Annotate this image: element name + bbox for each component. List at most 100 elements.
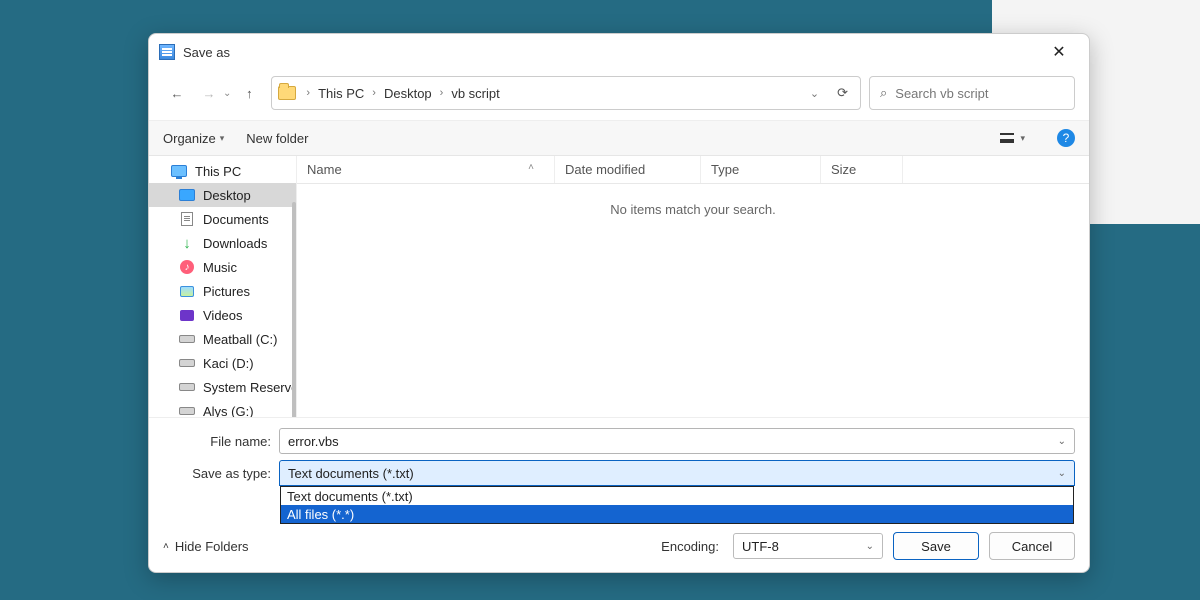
empty-message: No items match your search. bbox=[297, 184, 1089, 235]
toolbar: Organize ▾ New folder ▾ ? bbox=[149, 120, 1089, 156]
music-icon: ♪ bbox=[179, 259, 195, 275]
close-button[interactable]: ✕ bbox=[1039, 38, 1079, 66]
column-type[interactable]: Type bbox=[701, 156, 821, 183]
sort-caret-icon: ˄ bbox=[528, 162, 534, 177]
chevron-down-icon: ▾ bbox=[1020, 133, 1025, 144]
encoding-label: Encoding: bbox=[661, 539, 719, 554]
up-button[interactable]: ↑ bbox=[235, 79, 263, 107]
save-button[interactable]: Save bbox=[893, 532, 979, 560]
monitor-icon bbox=[171, 163, 187, 179]
crumb-this-pc[interactable]: This PC bbox=[316, 86, 366, 101]
sidebar-item-alys-g-[interactable]: Alys (G:) bbox=[149, 399, 296, 417]
notepad-icon bbox=[159, 44, 175, 60]
column-date[interactable]: Date modified bbox=[555, 156, 701, 183]
sidebar-item-label: Kaci (D:) bbox=[203, 356, 254, 371]
sidebar: This PC Desktop Documents ↓ Downloads ♪ Music P… bbox=[149, 156, 297, 417]
drive-icon bbox=[179, 355, 195, 371]
save-type-dropdown: Text documents (*.txt)All files (*.*) bbox=[280, 486, 1074, 524]
titlebar: Save as ✕ bbox=[149, 34, 1089, 70]
sidebar-item-downloads[interactable]: ↓ Downloads bbox=[149, 231, 296, 255]
chevron-down-icon: ▾ bbox=[220, 133, 225, 144]
pic-icon bbox=[179, 283, 195, 299]
back-button[interactable]: ← bbox=[163, 79, 191, 107]
search-placeholder: Search vb script bbox=[895, 86, 988, 101]
search-input[interactable]: ⌕ Search vb script bbox=[869, 76, 1075, 110]
doc-icon bbox=[179, 211, 195, 227]
chevron-up-icon: ˄ bbox=[163, 541, 169, 552]
sidebar-item-videos[interactable]: Videos bbox=[149, 303, 296, 327]
crumb-vbscript[interactable]: vb script bbox=[449, 86, 501, 101]
history-dropdown-icon[interactable]: ⌄ bbox=[223, 88, 231, 99]
view-options-button[interactable]: ▾ bbox=[1000, 133, 1025, 144]
save-as-dialog: Save as ✕ ← → ⌄ ↑ › This PC › Desktop › … bbox=[148, 33, 1090, 573]
sidebar-item-label: Documents bbox=[203, 212, 269, 227]
list-view-icon bbox=[1000, 133, 1014, 143]
column-name[interactable]: Name ˄ bbox=[297, 156, 555, 183]
organize-button[interactable]: Organize ▾ bbox=[163, 131, 224, 146]
body-area: This PC Desktop Documents ↓ Downloads ♪ Music P… bbox=[149, 156, 1089, 417]
sidebar-item-label: Pictures bbox=[203, 284, 250, 299]
sidebar-item-label: This PC bbox=[195, 164, 241, 179]
navigation-bar: ← → ⌄ ↑ › This PC › Desktop › vb script … bbox=[149, 70, 1089, 120]
close-icon: ✕ bbox=[1052, 42, 1065, 62]
save-type-value: Text documents (*.txt) bbox=[288, 466, 414, 481]
sidebar-item-label: Meatball (C:) bbox=[203, 332, 277, 347]
cancel-button[interactable]: Cancel bbox=[989, 532, 1075, 560]
folder-icon bbox=[278, 86, 296, 100]
file-list-pane: Name ˄ Date modified Type Size No items … bbox=[297, 156, 1089, 417]
chevron-right-icon: › bbox=[370, 87, 378, 99]
sidebar-item-desktop[interactable]: Desktop bbox=[149, 183, 296, 207]
column-size[interactable]: Size bbox=[821, 156, 903, 183]
chevron-down-icon: ⌄ bbox=[866, 541, 874, 552]
drive-icon bbox=[179, 331, 195, 347]
sidebar-item-pictures[interactable]: Pictures bbox=[149, 279, 296, 303]
sidebar-item-this-pc[interactable]: This PC bbox=[149, 159, 296, 183]
help-button[interactable]: ? bbox=[1057, 129, 1075, 147]
column-name-label: Name bbox=[307, 162, 342, 177]
chevron-right-icon: › bbox=[438, 87, 446, 99]
vid-icon bbox=[179, 307, 195, 323]
encoding-value: UTF-8 bbox=[742, 539, 779, 554]
sidebar-item-label: Desktop bbox=[203, 188, 251, 203]
breadcrumb[interactable]: › This PC › Desktop › vb script ⌄ ⟳ bbox=[271, 76, 861, 110]
sidebar-item-label: Alys (G:) bbox=[203, 404, 254, 418]
bottom-panel: File name: error.vbs ⌄ Save as type: Tex… bbox=[149, 417, 1089, 524]
new-folder-button[interactable]: New folder bbox=[246, 131, 308, 146]
sidebar-item-label: Music bbox=[203, 260, 237, 275]
refresh-button[interactable]: ⟳ bbox=[831, 85, 854, 101]
sidebar-item-label: Videos bbox=[203, 308, 243, 323]
file-name-input[interactable]: error.vbs ⌄ bbox=[279, 428, 1075, 454]
sidebar-item-system-reserved[interactable]: System Reserved bbox=[149, 375, 296, 399]
organize-label: Organize bbox=[163, 131, 216, 146]
sidebar-item-meatball-c-[interactable]: Meatball (C:) bbox=[149, 327, 296, 351]
desktop-icon bbox=[179, 187, 195, 203]
drive-icon bbox=[179, 379, 195, 395]
file-name-value: error.vbs bbox=[288, 434, 339, 449]
search-icon: ⌕ bbox=[880, 85, 887, 101]
chevron-down-icon[interactable]: ⌄ bbox=[1058, 436, 1066, 447]
breadcrumb-dropdown-icon[interactable]: ⌄ bbox=[802, 87, 827, 100]
file-name-label: File name: bbox=[163, 434, 279, 449]
drive-icon bbox=[179, 403, 195, 417]
down-icon: ↓ bbox=[179, 235, 195, 251]
dialog-title: Save as bbox=[183, 45, 230, 60]
sidebar-item-documents[interactable]: Documents bbox=[149, 207, 296, 231]
chevron-right-icon: › bbox=[304, 87, 312, 99]
column-headers: Name ˄ Date modified Type Size bbox=[297, 156, 1089, 184]
sidebar-item-kaci-d-[interactable]: Kaci (D:) bbox=[149, 351, 296, 375]
hide-folders-label: Hide Folders bbox=[175, 539, 249, 554]
footer: ˄ Hide Folders Encoding: UTF-8 ⌄ Save Ca… bbox=[149, 524, 1089, 572]
hide-folders-button[interactable]: ˄ Hide Folders bbox=[163, 539, 249, 554]
encoding-select[interactable]: UTF-8 ⌄ bbox=[733, 533, 883, 559]
type-option[interactable]: Text documents (*.txt) bbox=[281, 487, 1073, 505]
crumb-desktop[interactable]: Desktop bbox=[382, 86, 434, 101]
forward-button[interactable]: → bbox=[195, 79, 223, 107]
sidebar-scrollbar[interactable] bbox=[292, 202, 296, 417]
sidebar-item-label: Downloads bbox=[203, 236, 267, 251]
save-type-label: Save as type: bbox=[163, 466, 279, 481]
new-folder-label: New folder bbox=[246, 131, 308, 146]
save-type-select[interactable]: Text documents (*.txt) ⌄ Text documents … bbox=[279, 460, 1075, 486]
sidebar-item-music[interactable]: ♪ Music bbox=[149, 255, 296, 279]
type-option[interactable]: All files (*.*) bbox=[281, 505, 1073, 523]
chevron-down-icon: ⌄ bbox=[1058, 468, 1066, 479]
